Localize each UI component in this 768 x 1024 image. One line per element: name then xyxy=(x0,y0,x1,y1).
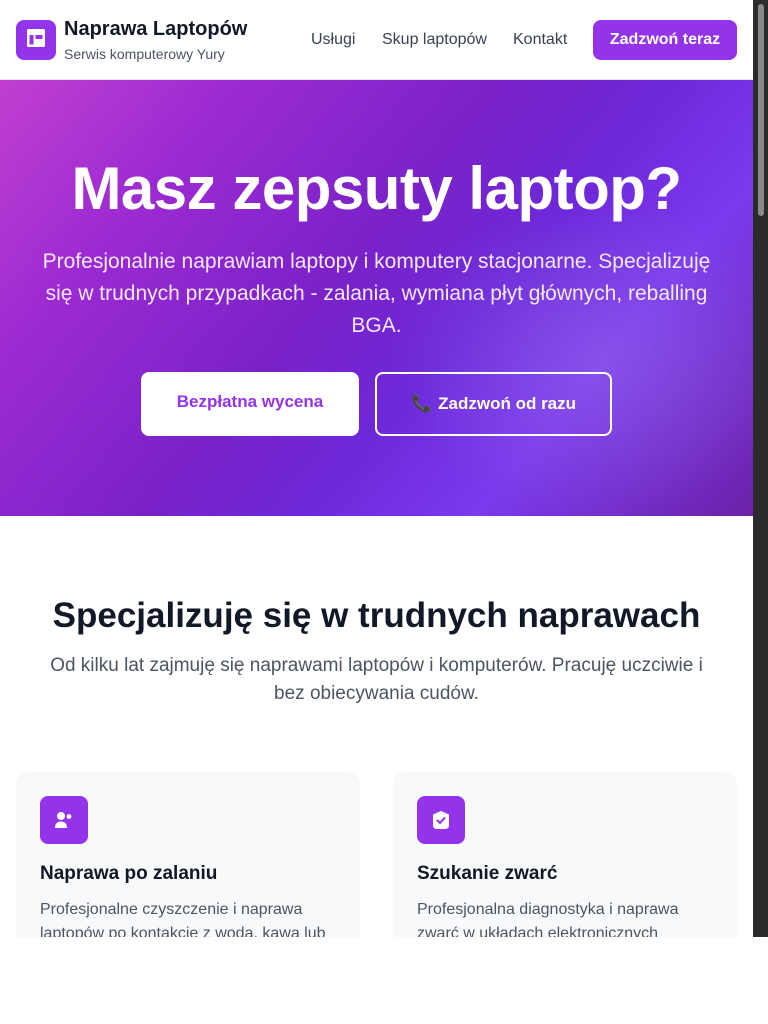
hero-section: Masz zepsuty laptop? Profesjonalnie napr… xyxy=(0,80,753,516)
feature-card-title: Szukanie zwarć xyxy=(417,863,558,884)
user-drop-icon xyxy=(40,796,88,844)
site-header: Naprawa Laptopów Serwis komputerowy Yury… xyxy=(0,0,753,80)
phone-icon: 📞 xyxy=(410,394,433,413)
hero-description: Profesjonalnie naprawiam laptopy i kompu… xyxy=(42,250,711,337)
free-quote-button[interactable]: Bezpłatna wycena xyxy=(141,372,359,436)
feature-card-title: Naprawa po zalaniu xyxy=(40,863,218,884)
feature-card-water-damage: Naprawa po zalaniu Profesjonalne czyszcz… xyxy=(16,772,360,937)
nav-link-skup-laptopow[interactable]: Skup laptopów xyxy=(382,31,487,49)
nav-link-uslugi[interactable]: Usługi xyxy=(311,31,355,49)
feature-card-description: Profesjonalne czyszczenie i naprawa lapt… xyxy=(40,901,326,937)
feature-card-description: Profesjonalna diagnostyka i naprawa zwar… xyxy=(417,901,679,937)
brand-title[interactable]: Naprawa Laptopów xyxy=(64,18,247,41)
page-viewport: Naprawa Laptopów Serwis komputerowy Yury… xyxy=(0,0,753,937)
features-title: Specjalizuję się w trudnych naprawach xyxy=(52,596,701,635)
brand-subtitle: Serwis komputerowy Yury xyxy=(64,46,225,62)
call-now-button[interactable]: Zadzwoń teraz xyxy=(593,20,737,60)
call-immediately-button[interactable]: 📞 Zadzwoń od razu xyxy=(375,372,612,436)
shield-check-icon xyxy=(417,796,465,844)
logo[interactable] xyxy=(16,20,56,60)
vertical-scrollbar[interactable] xyxy=(753,0,768,937)
scrollbar-thumb[interactable] xyxy=(758,4,764,216)
features-subtitle: Od kilku lat zajmuję się naprawami lapto… xyxy=(50,655,703,704)
hero-title: Masz zepsuty laptop? xyxy=(71,155,682,222)
layout-icon xyxy=(26,28,46,53)
call-immediately-label: Zadzwoń od razu xyxy=(438,394,577,413)
feature-card-short-circuit: Szukanie zwarć Profesjonalna diagnostyka… xyxy=(393,772,737,937)
nav-link-kontakt[interactable]: Kontakt xyxy=(513,31,567,49)
